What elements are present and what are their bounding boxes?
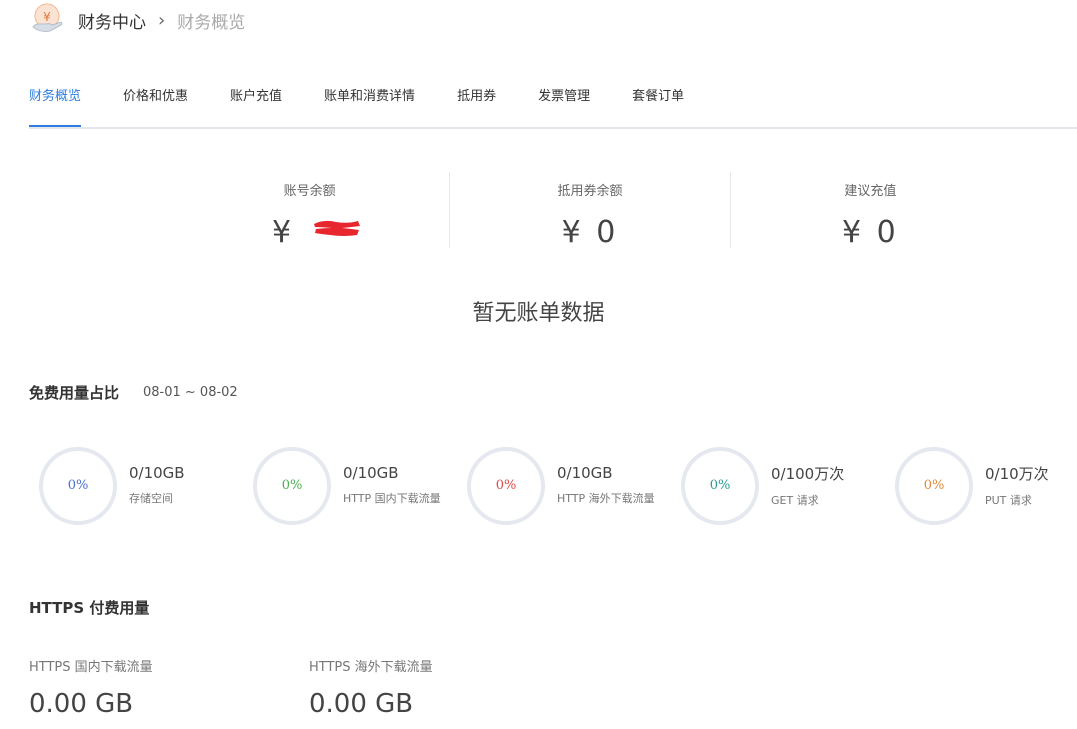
tab-bar: 财务概览 价格和优惠 账户充值 账单和消费详情 抵用券 发票管理 套餐订单 [29, 84, 1077, 129]
suggested-recharge-amount: 0 [876, 215, 899, 250]
breadcrumb-current: 财务概览 [177, 12, 246, 33]
https-paid-title: HTTPS 付费用量 [29, 599, 150, 617]
usage-amount: 0/10GB [557, 464, 613, 482]
usage-http-overseas: 0% 0/10GB HTTP 海外下载流量 [466, 446, 680, 526]
suggested-recharge: 建议充值 ¥ 0 [729, 172, 1010, 250]
account-balance-value: ¥ [170, 215, 449, 250]
suggested-recharge-value: ¥ 0 [731, 215, 1010, 250]
svg-text:¥: ¥ [43, 10, 51, 24]
usage-percent: 0% [709, 478, 731, 493]
tab-package-orders[interactable]: 套餐订单 [632, 84, 684, 125]
usage-http-domestic: 0% 0/10GB HTTP 国内下载流量 [252, 446, 466, 526]
finance-overview-page: ¥ 财务中心 › 财务概览 财务概览 价格和优惠 账户充值 账单和消费详情 抵用… [0, 0, 1077, 729]
voucher-balance-amount: 0 [596, 215, 619, 250]
usage-amount: 0/100万次 [771, 464, 845, 483]
progress-ring: 0% [680, 446, 760, 526]
progress-ring: 0% [252, 446, 332, 526]
currency-symbol: ¥ [561, 215, 584, 250]
usage-amount: 0/10GB [129, 464, 185, 482]
tab-finance-overview[interactable]: 财务概览 [29, 84, 82, 127]
usage-label: HTTP 国内下载流量 [343, 492, 441, 505]
progress-ring: 0% [894, 446, 974, 526]
voucher-balance-label: 抵用券余额 [557, 184, 623, 199]
free-usage-list: 0% 0/10GB 存储空间 0% 0/10GB HTTP 国内下载流量 0% [38, 446, 1064, 526]
usage-percent: 0% [281, 478, 303, 493]
free-usage-range: 08-01 ~ 08-02 [143, 385, 238, 400]
currency-symbol: ¥ [841, 215, 865, 250]
usage-put-requests: 0% 0/10万次 PUT 请求 [894, 446, 1064, 526]
https-overseas-value: 0.00 GB [309, 689, 414, 719]
chevron-right-icon: › [158, 9, 166, 31]
usage-amount: 0/10万次 [985, 464, 1049, 483]
redaction-mark [314, 220, 360, 236]
account-balance: 账号余额 ¥ [170, 172, 449, 250]
usage-amount: 0/10GB [343, 464, 399, 482]
https-domestic-value: 0.00 GB [29, 689, 134, 719]
breadcrumb: ¥ 财务中心 › 财务概览 [30, 0, 245, 40]
https-overseas-usage: HTTPS 海外下载流量 0.00 GB [309, 656, 433, 719]
tab-pricing[interactable]: 价格和优惠 [123, 84, 188, 125]
usage-percent: 0% [495, 478, 517, 493]
progress-ring: 0% [38, 446, 118, 526]
progress-ring: 0% [466, 446, 546, 526]
usage-percent: 0% [67, 478, 89, 493]
empty-bill-message: 暂无账单数据 [472, 301, 605, 326]
currency-symbol: ¥ [272, 215, 295, 250]
voucher-balance: 抵用券余额 ¥ 0 [449, 172, 729, 250]
tab-recharge[interactable]: 账户充值 [230, 84, 282, 125]
suggested-recharge-label: 建议充值 [844, 184, 897, 199]
usage-label: GET 请求 [771, 493, 819, 507]
https-domestic-label: HTTPS 国内下载流量 [29, 660, 153, 675]
usage-label: HTTP 海外下载流量 [557, 492, 655, 505]
yen-coin-icon: ¥ [30, 1, 64, 35]
usage-label: 存储空间 [129, 492, 173, 505]
usage-get-requests: 0% 0/100万次 GET 请求 [680, 446, 894, 526]
balance-summary: 账号余额 ¥ 抵用券余额 ¥ 0 建议充值 ¥ 0 [170, 172, 1010, 250]
tab-invoices[interactable]: 发票管理 [538, 84, 590, 125]
usage-percent: 0% [923, 478, 945, 493]
usage-storage: 0% 0/10GB 存储空间 [38, 446, 252, 526]
usage-label: PUT 请求 [985, 493, 1032, 507]
https-domestic-usage: HTTPS 国内下载流量 0.00 GB [29, 656, 153, 719]
tab-vouchers[interactable]: 抵用券 [457, 84, 496, 125]
voucher-balance-value: ¥ 0 [450, 215, 729, 250]
breadcrumb-root[interactable]: 财务中心 [78, 8, 146, 33]
https-overseas-label: HTTPS 海外下载流量 [309, 660, 433, 675]
tab-bills[interactable]: 账单和消费详情 [324, 84, 415, 125]
account-balance-label: 账号余额 [283, 184, 336, 199]
free-usage-title: 免费用量占比 [29, 384, 120, 402]
